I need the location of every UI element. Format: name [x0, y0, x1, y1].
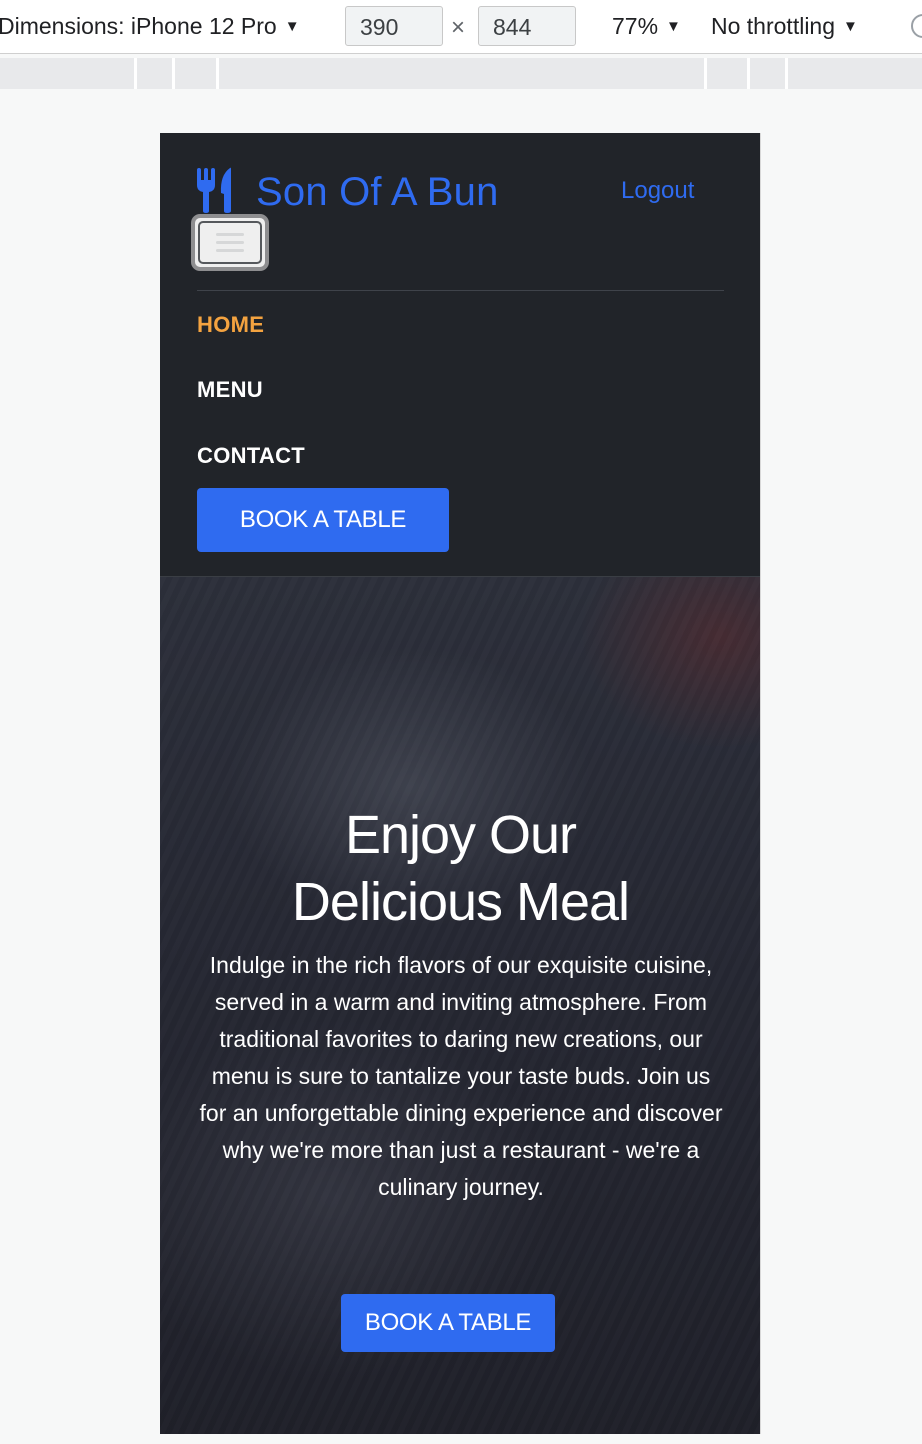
nav-link-menu[interactable]: MENU	[197, 377, 263, 403]
media-query-bar	[0, 58, 922, 89]
navbar: Son Of A Bun Logout HOME MENU CONTACT BO…	[160, 133, 760, 577]
throttling-dropdown[interactable]: No throttling ▼	[711, 13, 858, 40]
nav-divider	[197, 290, 724, 291]
media-query-divider	[747, 58, 750, 89]
rotate-icon[interactable]	[911, 14, 922, 38]
hero-title: Enjoy Our Delicious Meal	[160, 802, 760, 936]
hero-title-line-2: Delicious Meal	[291, 872, 630, 932]
navbar-toggler-button[interactable]	[191, 214, 269, 271]
media-query-divider	[134, 58, 137, 89]
book-table-nav-button[interactable]: BOOK A TABLE	[197, 488, 449, 552]
book-table-hero-button[interactable]: BOOK A TABLE	[341, 1294, 555, 1352]
throttling-label: No throttling	[711, 13, 836, 39]
media-query-divider	[704, 58, 707, 89]
dropdown-arrow-icon: ▼	[284, 18, 300, 35]
hamburger-icon	[198, 221, 262, 264]
hero-description: Indulge in the rich flavors of our exqui…	[199, 952, 723, 1200]
hero-section: Enjoy Our Delicious Meal Indulge in the …	[160, 577, 760, 1434]
height-input[interactable]: 844	[478, 6, 576, 46]
media-query-divider	[216, 58, 219, 89]
nav-link-home[interactable]: HOME	[197, 312, 264, 338]
utensils-icon	[196, 167, 234, 218]
brand-link[interactable]: Son Of A Bun	[196, 167, 499, 217]
media-query-divider	[785, 58, 788, 89]
logout-link[interactable]: Logout	[621, 177, 694, 205]
devtools-toolbar: Dimensions: iPhone 12 Pro ▼ 390 × 844 77%…	[0, 0, 922, 54]
hero-title-line-1: Enjoy Our	[344, 805, 577, 865]
zoom-label: 77%	[612, 13, 659, 39]
dropdown-arrow-icon: ▼	[666, 18, 681, 35]
dropdown-arrow-icon: ▼	[843, 18, 858, 35]
device-viewport: Son Of A Bun Logout HOME MENU CONTACT BO…	[160, 133, 761, 1434]
zoom-dropdown[interactable]: 77% ▼	[612, 13, 681, 40]
nav-link-contact[interactable]: CONTACT	[197, 443, 305, 469]
dimensions-dropdown[interactable]: Dimensions: iPhone 12 Pro ▼	[0, 13, 300, 40]
times-icon: ×	[451, 14, 466, 41]
media-query-divider	[172, 58, 175, 89]
width-input[interactable]: 390	[345, 6, 443, 46]
brand-name: Son Of A Bun	[256, 169, 499, 214]
dimensions-label: Dimensions: iPhone 12 Pro	[0, 13, 277, 39]
